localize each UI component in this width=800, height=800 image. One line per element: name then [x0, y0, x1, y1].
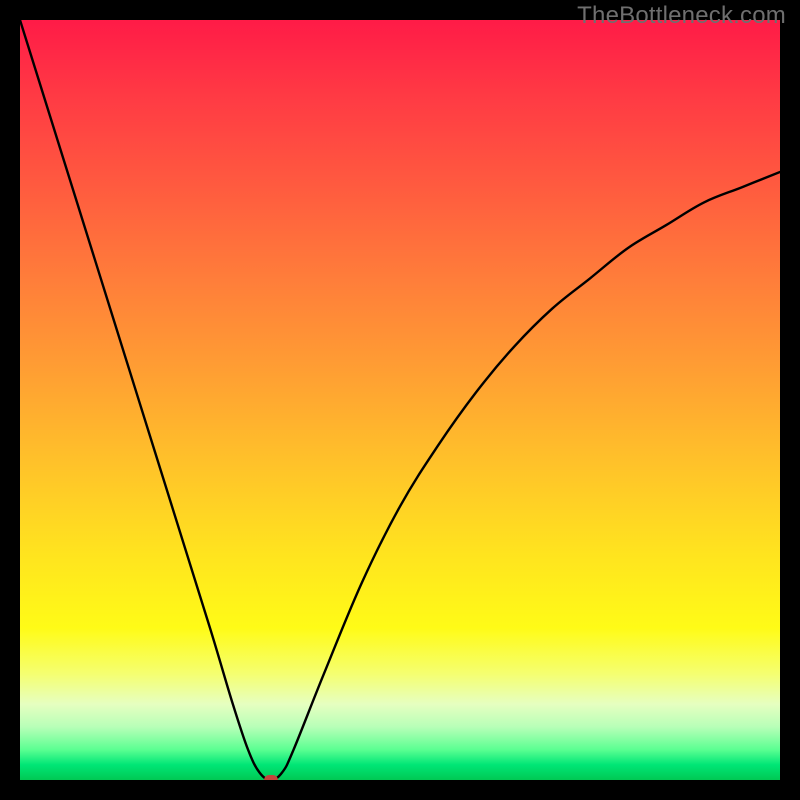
chart-frame: TheBottleneck.com — [0, 0, 800, 800]
plot-area — [20, 20, 780, 780]
bottleneck-curve — [20, 20, 780, 780]
optimal-point-marker — [264, 775, 278, 780]
curve-layer — [20, 20, 780, 780]
watermark-text: TheBottleneck.com — [577, 2, 786, 30]
